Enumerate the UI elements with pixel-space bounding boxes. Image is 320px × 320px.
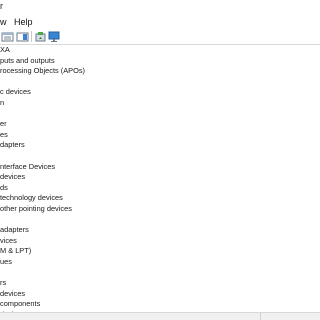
tree-item[interactable]: dapters — [0, 140, 25, 151]
tree-item[interactable]: c devices — [0, 87, 31, 98]
device-tree: XA puts and outputs rocessing Objects (APO… — [0, 45, 320, 312]
device-manager-window: r w Help XA puts and outputs rocessing O… — [0, 0, 320, 320]
tree-item[interactable]: devices — [0, 289, 25, 300]
tree-item[interactable]: ds — [0, 183, 8, 194]
window-title: r — [0, 1, 3, 11]
tree-item[interactable]: er — [0, 119, 7, 130]
tree-item[interactable]: vices — [0, 236, 17, 247]
tree-item[interactable]: rs — [0, 278, 6, 289]
tree-item[interactable]: technology devices — [0, 193, 63, 204]
menu-bar: w Help — [0, 15, 320, 29]
status-divider — [260, 313, 261, 320]
menu-help[interactable]: Help — [14, 16, 33, 28]
tree-item[interactable]: XA — [0, 45, 10, 56]
tree-item[interactable]: components — [0, 299, 40, 310]
toolbar-separator — [31, 31, 32, 42]
tree-item[interactable]: M & LPT) — [0, 246, 31, 257]
tree-item[interactable]: rocessing Objects (APOs) — [0, 66, 85, 77]
toolbar — [0, 29, 320, 45]
help-pane-icon[interactable] — [16, 30, 29, 42]
tree-item[interactable]: nterface Devices — [0, 162, 55, 173]
update-driver-icon[interactable] — [34, 30, 47, 42]
tree-item[interactable]: n — [0, 98, 4, 109]
monitor-scan-icon[interactable] — [48, 30, 61, 42]
title-bar: r — [0, 0, 320, 14]
tree-item[interactable]: other pointing devices — [0, 204, 72, 215]
tree-item[interactable]: es — [0, 130, 8, 141]
status-bar — [0, 312, 320, 320]
tree-item[interactable]: devices — [0, 172, 25, 183]
tree-item[interactable]: ues — [0, 257, 12, 268]
tree-item[interactable]: puts and outputs — [0, 56, 55, 67]
properties-grid-icon[interactable] — [1, 30, 14, 42]
tree-item[interactable]: adapters — [0, 225, 29, 236]
menu-view[interactable]: w — [0, 16, 7, 28]
